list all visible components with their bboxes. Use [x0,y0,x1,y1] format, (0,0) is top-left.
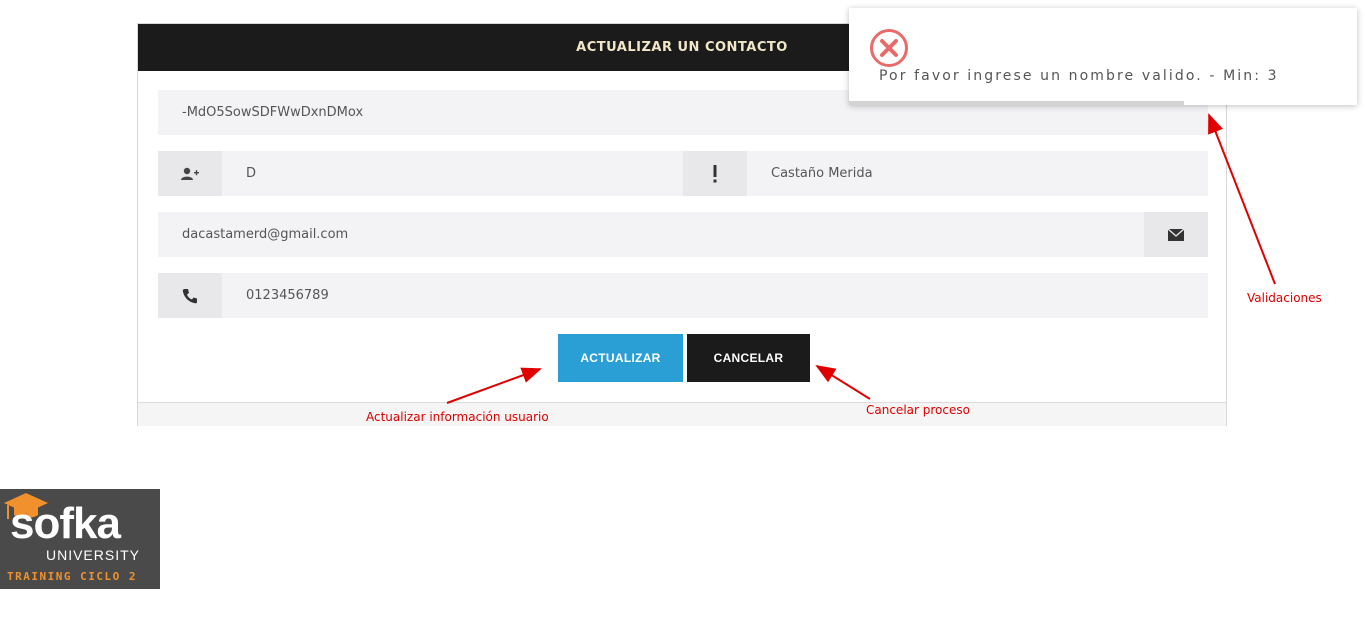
annotation-validations: Validaciones [1247,291,1322,305]
annotation-update-info: Actualizar información usuario [366,410,549,424]
logo-university: UNIVERSITY [45,547,140,563]
arrow-update [446,367,542,404]
arrow-cancel [815,364,871,400]
arrow-validations [1208,113,1276,285]
logo-brand: sofka [10,499,121,548]
sofka-university-logo: sofka UNIVERSITY TRAINING CICLO 2 [0,489,160,589]
annotation-arrows [446,113,1276,404]
annotation-cancel-process: Cancelar proceso [866,403,970,417]
logo-training: TRAINING CICLO 2 [7,570,137,583]
